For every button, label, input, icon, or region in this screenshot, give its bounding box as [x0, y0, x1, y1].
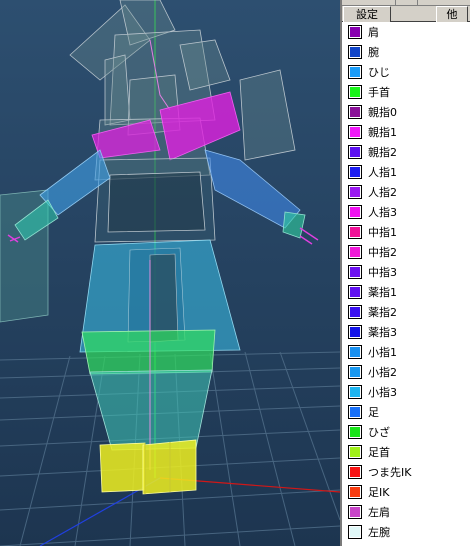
- bone-label: ひじ: [368, 66, 390, 79]
- color-swatch[interactable]: [348, 405, 362, 419]
- bone-label: 足: [368, 406, 379, 419]
- color-swatch[interactable]: [348, 245, 362, 259]
- list-item[interactable]: 足IK: [342, 482, 470, 502]
- list-item[interactable]: 人指1: [342, 162, 470, 182]
- color-swatch[interactable]: [348, 265, 362, 279]
- color-swatch[interactable]: [348, 465, 362, 479]
- color-swatch[interactable]: [348, 125, 362, 139]
- bone-label: 薬指3: [368, 326, 397, 339]
- list-item[interactable]: 小指2: [342, 362, 470, 382]
- list-item[interactable]: 足: [342, 402, 470, 422]
- color-swatch[interactable]: [348, 105, 362, 119]
- color-swatch[interactable]: [348, 145, 362, 159]
- bone-foot-right: [99, 442, 146, 493]
- list-item[interactable]: ひざ: [342, 422, 470, 442]
- color-swatch[interactable]: [348, 185, 362, 199]
- list-item[interactable]: ひじ: [342, 62, 470, 82]
- panel-tabs: 設定 他: [342, 6, 470, 22]
- bone-label: 肩: [368, 26, 379, 39]
- bone-label: 足首: [368, 446, 390, 459]
- color-swatch[interactable]: [348, 305, 362, 319]
- list-item[interactable]: 中指2: [342, 242, 470, 262]
- color-swatch[interactable]: [348, 385, 362, 399]
- color-swatch[interactable]: [348, 425, 362, 439]
- bone-label: 人指2: [368, 186, 397, 199]
- color-swatch[interactable]: [348, 25, 362, 39]
- list-item[interactable]: 左腕: [342, 522, 470, 542]
- bone-label: ひざ: [368, 426, 390, 439]
- bone-label: 腕: [368, 46, 379, 59]
- bone-label: 小指3: [368, 386, 397, 399]
- 3d-viewport[interactable]: [0, 0, 340, 546]
- list-item[interactable]: 薬指1: [342, 282, 470, 302]
- list-item[interactable]: 腕: [342, 42, 470, 62]
- list-item[interactable]: 親指1: [342, 122, 470, 142]
- bone-label: 中指3: [368, 266, 397, 279]
- bone-list: 肩腕ひじ手首親指0 親指1 親指2 人指1 人指2 人指3 中指1 中指2 中指3 薬指1 薬指2 薬…: [342, 22, 470, 542]
- list-item[interactable]: 小指3: [342, 382, 470, 402]
- tab-settings[interactable]: 設定: [343, 6, 391, 22]
- list-item[interactable]: 足首: [342, 442, 470, 462]
- list-item[interactable]: 親指2: [342, 142, 470, 162]
- list-item[interactable]: 中指3: [342, 262, 470, 282]
- color-swatch[interactable]: [348, 85, 362, 99]
- model-scene: [0, 0, 340, 546]
- list-item[interactable]: 人指2: [342, 182, 470, 202]
- bone-label: 中指2: [368, 246, 397, 259]
- list-item[interactable]: 薬指3: [342, 322, 470, 342]
- bone-label: 親指2: [368, 146, 397, 159]
- color-swatch[interactable]: [348, 365, 362, 379]
- list-item[interactable]: 左肩: [342, 502, 470, 522]
- color-swatch[interactable]: [348, 165, 362, 179]
- tab-other[interactable]: 他: [436, 6, 468, 22]
- list-item[interactable]: 肩: [342, 22, 470, 42]
- bone-knee: [81, 329, 216, 375]
- bone-label: 親指0: [368, 106, 397, 119]
- color-swatch[interactable]: [348, 225, 362, 239]
- color-swatch[interactable]: [348, 345, 362, 359]
- bone-label: 手首: [368, 86, 390, 99]
- list-item[interactable]: つま先IK: [342, 462, 470, 482]
- bone-label: 中指1: [368, 226, 397, 239]
- color-swatch[interactable]: [348, 445, 362, 459]
- list-item[interactable]: 手首: [342, 82, 470, 102]
- bone-label: 人指3: [368, 206, 397, 219]
- color-swatch[interactable]: [348, 45, 362, 59]
- color-swatch[interactable]: [348, 485, 362, 499]
- color-swatch[interactable]: [348, 325, 362, 339]
- bone-label: 小指1: [368, 346, 397, 359]
- bone-leg-center: [149, 253, 179, 343]
- bone-panel: 設定 他 肩腕ひじ手首親指0 親指1 親指2 人指1 人指2 人指3 中指1 中指2 中指3 薬指…: [340, 0, 470, 546]
- bone-label: 人指1: [368, 166, 397, 179]
- list-item[interactable]: 薬指2: [342, 302, 470, 322]
- color-swatch[interactable]: [348, 505, 362, 519]
- bone-label: 親指1: [368, 126, 397, 139]
- bone-label: 小指2: [368, 366, 397, 379]
- bone-label: 薬指1: [368, 286, 397, 299]
- color-swatch[interactable]: [348, 285, 362, 299]
- bone-label: 足IK: [368, 486, 390, 499]
- list-item[interactable]: 親指0: [342, 102, 470, 122]
- color-swatch[interactable]: [348, 205, 362, 219]
- bone-label: 左腕: [368, 526, 390, 539]
- list-item[interactable]: 中指1: [342, 222, 470, 242]
- bone-label: つま先IK: [368, 466, 412, 479]
- list-item[interactable]: 人指3: [342, 202, 470, 222]
- bone-label: 左肩: [368, 506, 390, 519]
- color-swatch[interactable]: [348, 525, 362, 539]
- bone-shin: [89, 369, 213, 451]
- color-swatch[interactable]: [348, 65, 362, 79]
- bone-label: 薬指2: [368, 306, 397, 319]
- list-item[interactable]: 小指1: [342, 342, 470, 362]
